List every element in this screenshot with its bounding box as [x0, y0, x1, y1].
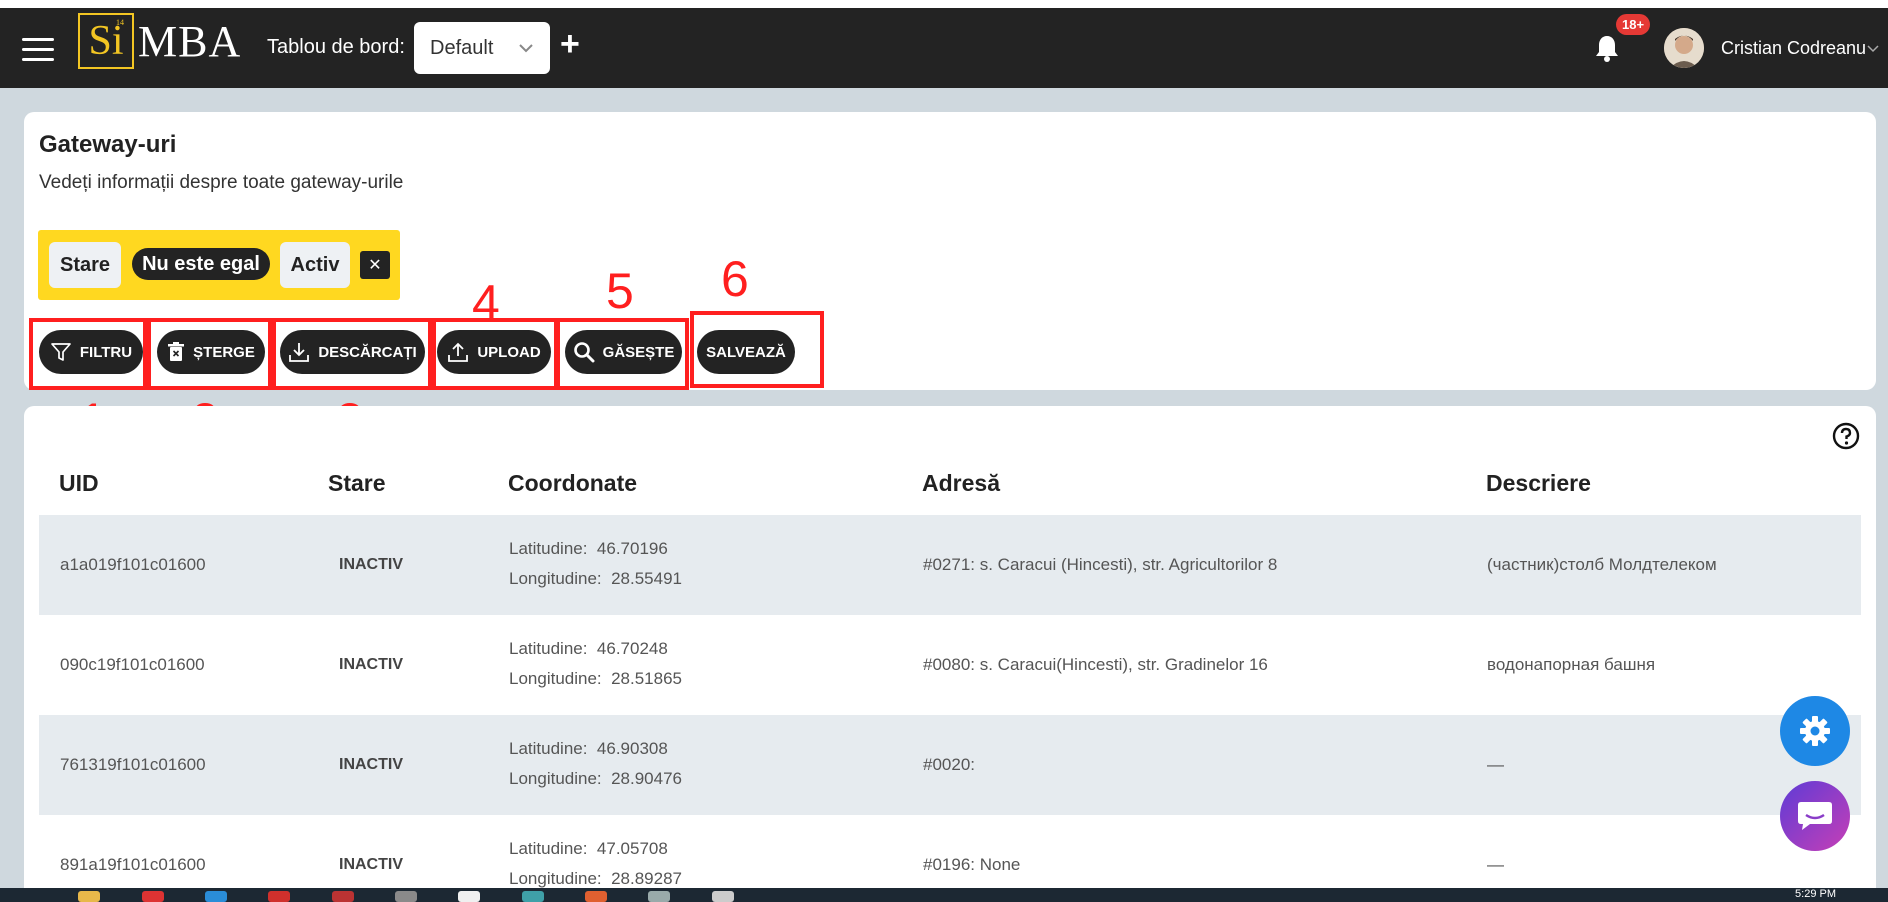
- gear-icon: [1800, 716, 1830, 746]
- lon-value: 28.89287: [611, 869, 682, 888]
- filter-value-chip[interactable]: Activ: [280, 242, 350, 288]
- taskbar-app-icon[interactable]: [648, 891, 670, 902]
- lat-label: Latitudine:: [509, 739, 588, 758]
- cell-address: #0196: None: [923, 855, 1021, 874]
- lat-label: Latitudine:: [509, 839, 588, 858]
- lon-value: 28.55491: [611, 569, 682, 588]
- lon-value: 28.90476: [611, 769, 682, 788]
- column-header-description[interactable]: Descriere: [1486, 470, 1591, 497]
- os-taskbar: 5:29 PM: [0, 888, 1888, 902]
- cell-coordinates: Latitudine: 46.70196 Longitudine: 28.554…: [509, 539, 682, 599]
- annotation-box-6: [690, 311, 824, 388]
- taskbar-browser-icon[interactable]: [142, 891, 164, 902]
- window-top-strip: [0, 0, 1888, 8]
- cell-state: INACTIV: [339, 756, 403, 773]
- lat-value: 46.70248: [596, 639, 668, 658]
- user-avatar[interactable]: [1664, 28, 1704, 68]
- column-header-coordinates[interactable]: Coordonate: [508, 470, 637, 497]
- chevron-down-icon: [519, 44, 533, 53]
- lon-label: Longitudine:: [509, 569, 602, 588]
- logo-si-box: Si 14: [78, 13, 134, 69]
- cell-description: —: [1487, 855, 1504, 874]
- annotation-number-5: 5: [606, 263, 634, 319]
- cell-description: (частник)столб Молдтелеком: [1487, 555, 1717, 574]
- chevron-down-icon[interactable]: [1866, 44, 1880, 54]
- settings-fab[interactable]: [1780, 696, 1850, 766]
- user-name[interactable]: Cristian Codreanu: [1721, 38, 1866, 59]
- cell-coordinates: Latitudine: 46.70248 Longitudine: 28.518…: [509, 639, 682, 699]
- cell-uid: a1a019f101c01600: [60, 555, 206, 574]
- annotation-box-2: [147, 318, 272, 390]
- taskbar-app-icon[interactable]: [585, 891, 607, 902]
- lat-value: 46.70196: [596, 539, 668, 558]
- taskbar-app-icon[interactable]: [712, 891, 734, 902]
- lon-label: Longitudine:: [509, 769, 602, 788]
- taskbar-edge-icon[interactable]: [205, 891, 227, 902]
- filter-field-chip[interactable]: Stare: [49, 242, 121, 288]
- cell-description: водонапорная башня: [1487, 655, 1656, 674]
- chat-icon: [1798, 802, 1832, 830]
- table-row[interactable]: 090c19f101c01600 INACTIV Latitudine: 46.…: [39, 615, 1861, 715]
- lon-label: Longitudine:: [509, 669, 602, 688]
- dashboard-select[interactable]: Default: [414, 22, 550, 74]
- page-title: Gateway-uri: [39, 131, 177, 158]
- close-icon: ✕: [368, 257, 382, 274]
- cell-state: INACTIV: [339, 856, 403, 873]
- cell-state: INACTIV: [339, 556, 403, 573]
- lon-value: 28.51865: [611, 669, 682, 688]
- bell-icon[interactable]: [1594, 34, 1620, 62]
- cell-address: #0020:: [923, 755, 975, 774]
- clear-filter-button[interactable]: ✕: [360, 251, 390, 279]
- annotation-number-4: 4: [472, 275, 500, 331]
- lat-value: 47.05708: [596, 839, 668, 858]
- annotation-number-6: 6: [721, 251, 749, 307]
- column-header-address[interactable]: Adresă: [922, 470, 1000, 497]
- chat-fab[interactable]: [1780, 781, 1850, 851]
- cell-coordinates: Latitudine: 46.90308 Longitudine: 28.904…: [509, 739, 682, 799]
- lat-label: Latitudine:: [509, 639, 588, 658]
- taskbar-clock[interactable]: 5:29 PM: [1795, 888, 1836, 900]
- table-row[interactable]: a1a019f101c01600 INACTIV Latitudine: 46.…: [39, 515, 1861, 615]
- page-subtitle: Vedeți informații despre toate gateway-u…: [39, 172, 404, 193]
- column-header-uid[interactable]: UID: [59, 470, 99, 497]
- cell-address: #0271: s. Caracui (Hincesti), str. Agric…: [923, 555, 1278, 574]
- column-header-state[interactable]: Stare: [328, 470, 386, 497]
- logo-mba-text: MBA: [138, 16, 242, 66]
- cell-address: #0080: s. Caracui(Hincesti), str. Gradin…: [923, 655, 1268, 674]
- taskbar-app-icon[interactable]: [332, 891, 354, 902]
- lat-value: 46.90308: [596, 739, 668, 758]
- taskbar-app-icon[interactable]: [268, 891, 290, 902]
- notification-badge: 18+: [1616, 14, 1651, 35]
- logo-si-sup: 14: [116, 18, 124, 27]
- annotation-box-1: [29, 318, 147, 390]
- lon-label: Longitudine:: [509, 869, 602, 888]
- cell-uid: 761319f101c01600: [60, 755, 206, 774]
- taskbar-app-icon[interactable]: [522, 891, 544, 902]
- cell-uid: 891a19f101c01600: [60, 855, 206, 874]
- dashboard-label: Tablou de bord:: [267, 36, 405, 58]
- annotation-box-3: [272, 318, 432, 390]
- taskbar-app-icon[interactable]: [458, 891, 480, 902]
- filter-operator-chip[interactable]: Nu este egal: [132, 248, 270, 280]
- taskbar-app-icon[interactable]: [395, 891, 417, 902]
- help-icon[interactable]: [1832, 422, 1860, 450]
- table-row[interactable]: 761319f101c01600 INACTIV Latitudine: 46.…: [39, 715, 1861, 815]
- lat-label: Latitudine:: [509, 539, 588, 558]
- avatar-face-icon: [1664, 28, 1704, 68]
- add-dashboard-button[interactable]: +: [560, 24, 580, 64]
- cell-state: INACTIV: [339, 656, 403, 673]
- simba-logo[interactable]: Si 14 MBA: [78, 12, 241, 70]
- dashboard-select-value: Default: [430, 36, 494, 59]
- annotation-box-5: [556, 318, 689, 390]
- taskbar-folder-icon[interactable]: [78, 891, 100, 902]
- menu-icon[interactable]: [22, 38, 54, 62]
- cell-uid: 090c19f101c01600: [60, 655, 205, 674]
- cell-description: —: [1487, 755, 1504, 774]
